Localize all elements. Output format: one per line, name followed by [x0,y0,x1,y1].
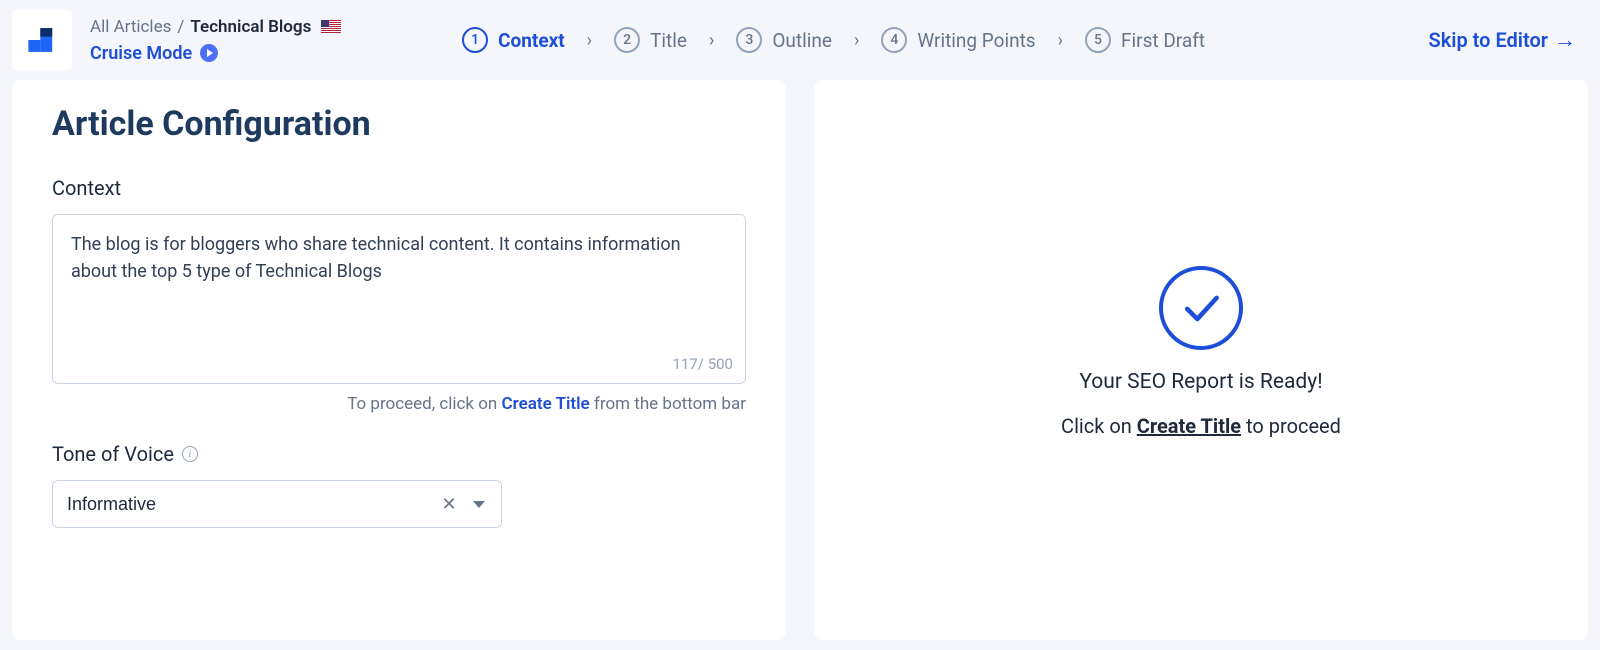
cruise-mode-button[interactable]: Cruise Mode [90,43,341,64]
step-label: First Draft [1121,29,1205,52]
breadcrumb-current[interactable]: Technical Blogs [190,17,311,37]
breadcrumb-sep: / [177,17,184,37]
step-label: Outline [772,29,832,52]
char-count: 117/ 500 [673,353,734,376]
seo-proceed-text: Click on Create Title to proceed [1061,414,1341,438]
seo-report-card: Your SEO Report is Ready! Click on Creat… [814,80,1588,640]
skip-label: Skip to Editor [1429,28,1548,52]
article-config-card: Article Configuration Context 117/ 500 T… [12,80,786,640]
page-title: Article Configuration [52,104,746,144]
info-icon[interactable]: i [182,446,198,462]
step-label: Context [498,29,565,52]
step-number: 4 [881,27,907,53]
chevron-right-icon: › [854,30,859,51]
arrow-right-icon: → [1554,27,1576,53]
tone-label: Tone of Voice i [52,442,746,466]
step-number: 5 [1085,27,1111,53]
cruise-mode-label: Cruise Mode [90,43,192,64]
step-first-draft[interactable]: 5 First Draft [1085,27,1205,53]
create-title-link[interactable]: Create Title [1137,414,1241,438]
create-title-link[interactable]: Create Title [502,394,590,414]
step-label: Title [650,29,687,52]
breadcrumb-root[interactable]: All Articles [90,17,171,37]
seo-ready-text: Your SEO Report is Ready! [1079,370,1322,394]
step-number: 1 [462,27,488,53]
step-number: 3 [736,27,762,53]
breadcrumb: All Articles / Technical Blogs [90,17,341,37]
tone-input[interactable] [67,494,431,515]
step-number: 2 [614,27,640,53]
context-label: Context [52,176,746,200]
tone-combobox[interactable]: ✕ [52,480,502,528]
step-context[interactable]: 1 Context [462,27,565,53]
play-icon [200,44,218,62]
step-writing-points[interactable]: 4 Writing Points [881,27,1035,53]
step-label: Writing Points [917,29,1035,52]
context-textarea[interactable] [71,231,727,355]
workflow-steps: 1 Context › 2 Title › 3 Outline › 4 Writ… [462,27,1205,53]
clear-icon[interactable]: ✕ [437,492,461,516]
step-title[interactable]: 2 Title [614,27,687,53]
chevron-down-icon[interactable] [467,492,491,516]
skip-to-editor-button[interactable]: Skip to Editor → [1429,27,1576,53]
context-hint: To proceed, click on Create Title from t… [52,394,746,414]
flag-us-icon [321,20,341,33]
chevron-right-icon: › [1058,30,1063,51]
app-logo[interactable] [12,10,72,70]
context-textarea-wrapper: 117/ 500 [52,214,746,384]
step-outline[interactable]: 3 Outline [736,27,832,53]
chevron-right-icon: › [587,30,592,51]
check-circle-icon [1159,266,1243,350]
chevron-right-icon: › [709,30,714,51]
